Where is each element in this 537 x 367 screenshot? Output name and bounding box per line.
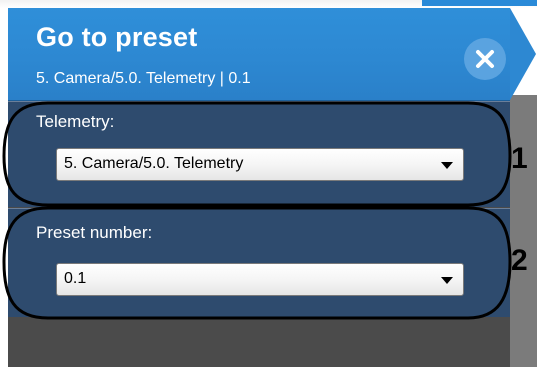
telemetry-selected-value: 5. Camera/5.0. Telemetry [64, 155, 244, 172]
preset-section: Preset number: 0.1 [8, 208, 510, 317]
top-accent-bar [422, 0, 537, 6]
preset-number-label: Preset number: [36, 223, 153, 242]
telemetry-label: Telemetry: [36, 112, 115, 131]
panel-title: Go to preset [36, 22, 198, 52]
callout-number-2: 2 [511, 244, 528, 277]
chevron-down-icon [441, 277, 453, 284]
panel-header: Go to preset 5. Camera/5.0. Telemetry | … [8, 8, 510, 101]
right-gray-column [510, 95, 537, 367]
screenshot-root: Go to preset 5. Camera/5.0. Telemetry | … [0, 0, 537, 367]
panel-empty-area [8, 317, 510, 367]
telemetry-dropdown[interactable]: 5. Camera/5.0. Telemetry [56, 148, 464, 181]
go-to-preset-panel: Go to preset 5. Camera/5.0. Telemetry | … [8, 8, 536, 367]
chevron-down-icon [441, 162, 453, 169]
close-button[interactable] [464, 38, 506, 80]
top-edge-strip [0, 0, 537, 8]
preset-selected-value: 0.1 [64, 270, 87, 287]
close-icon [476, 50, 494, 68]
callout-number-1: 1 [511, 142, 528, 175]
telemetry-section: Telemetry: 5. Camera/5.0. Telemetry [8, 101, 510, 207]
preset-number-dropdown[interactable]: 0.1 [56, 263, 464, 296]
header-arrow-tip [510, 8, 536, 100]
panel-subtitle: 5. Camera/5.0. Telemetry | 0.1 [36, 70, 251, 87]
